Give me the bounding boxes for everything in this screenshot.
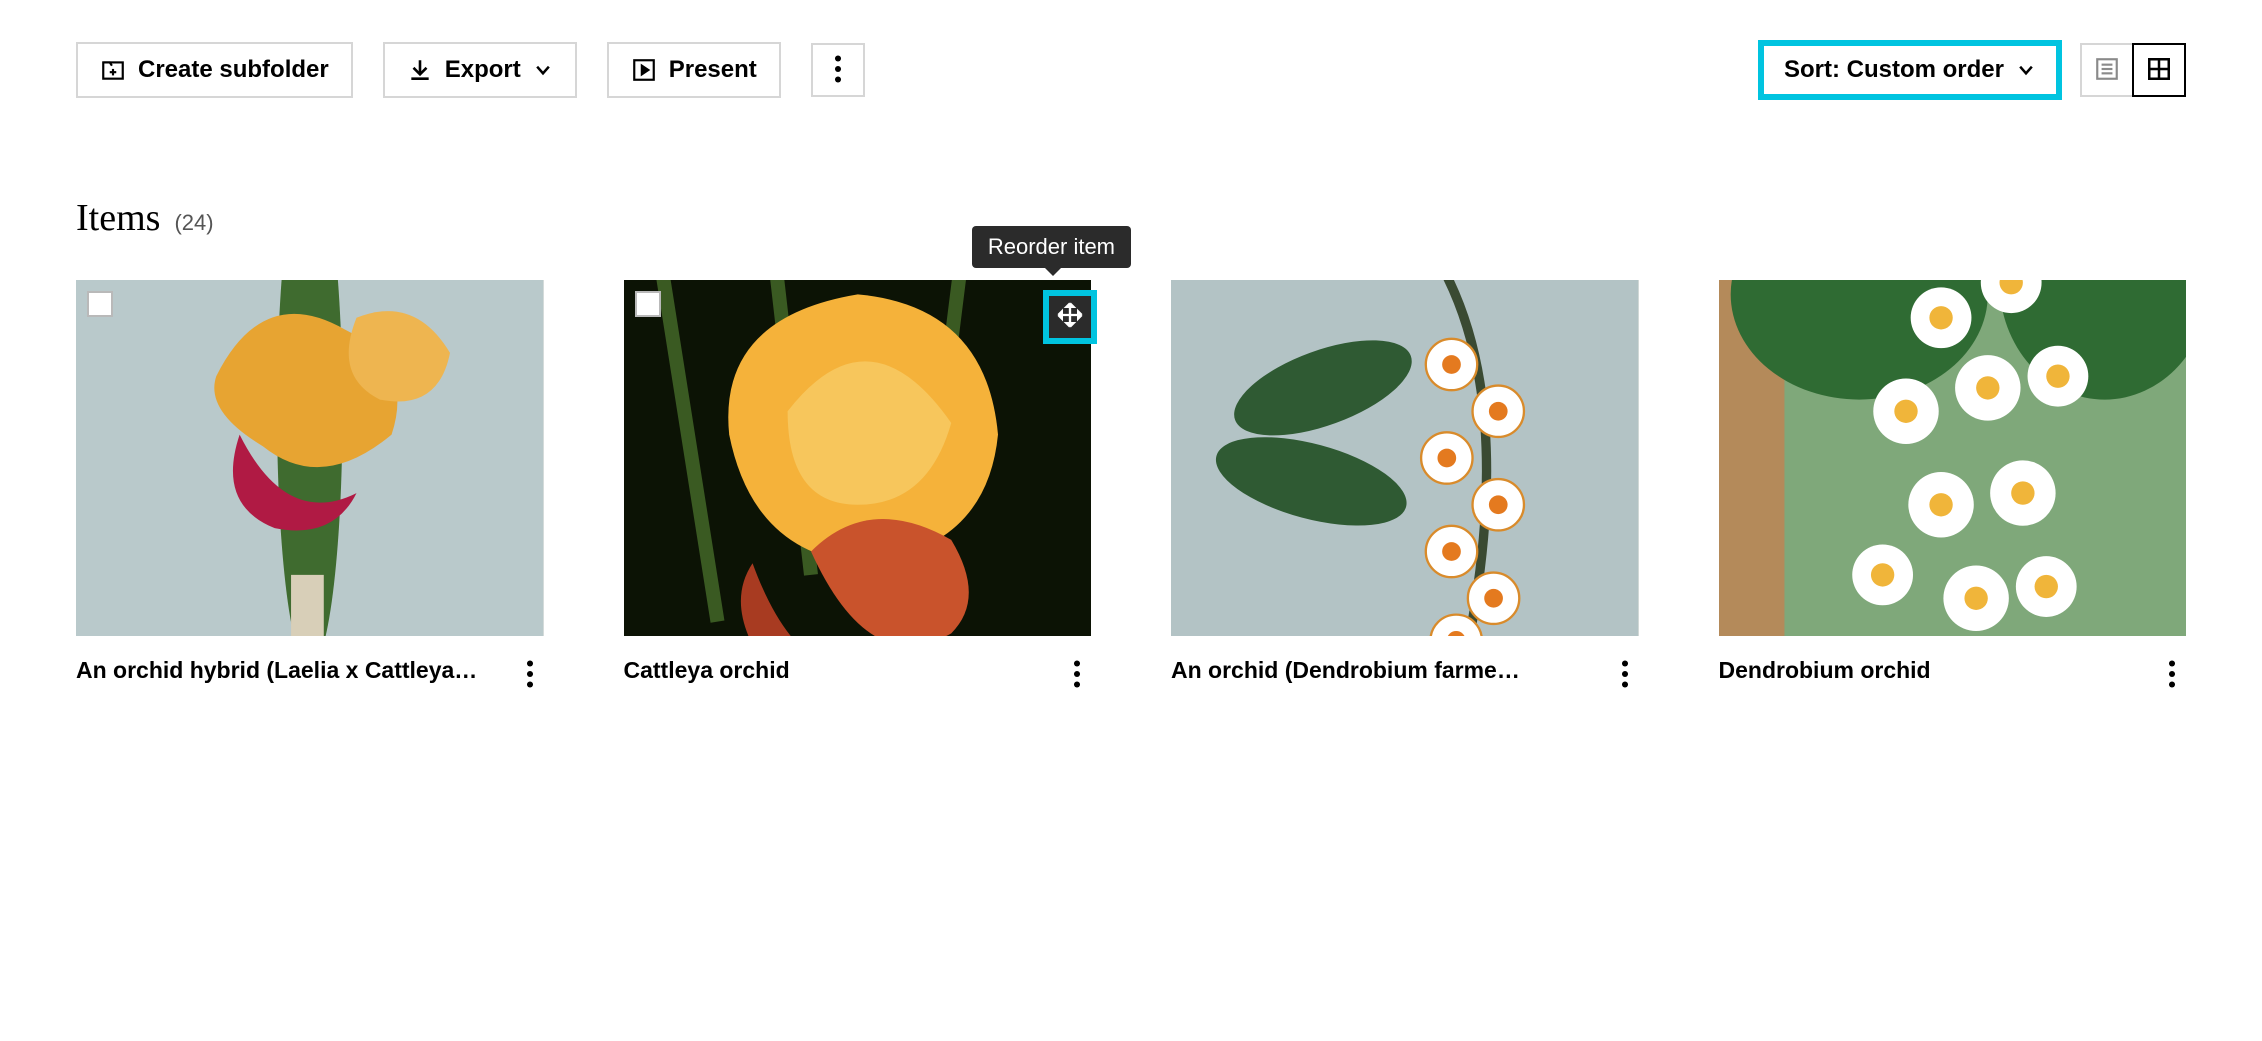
- section-title: Items: [76, 196, 160, 240]
- select-checkbox[interactable]: [635, 291, 661, 317]
- section-count: (24): [174, 210, 213, 236]
- create-subfolder-button[interactable]: Create subfolder: [76, 42, 353, 98]
- thumbnail-image: [1171, 280, 1639, 636]
- item-card[interactable]: Reorder item: [624, 280, 1092, 693]
- kebab-icon: [1073, 660, 1081, 693]
- toolbar: Create subfolder Export: [76, 40, 2186, 100]
- item-more-button[interactable]: [1611, 656, 1639, 693]
- list-icon: [2094, 56, 2120, 85]
- download-icon: [407, 57, 433, 83]
- item-thumbnail[interactable]: [1719, 280, 2187, 636]
- sort-dropdown[interactable]: Sort: Custom order: [1758, 40, 2062, 100]
- grid-icon: [2146, 56, 2172, 85]
- reorder-handle[interactable]: [1043, 290, 1097, 344]
- section-header: Items (24): [76, 196, 2186, 240]
- thumbnail-image: [624, 280, 1092, 636]
- item-thumbnail[interactable]: Reorder item: [624, 280, 1092, 636]
- grid-view-button[interactable]: [2132, 43, 2186, 97]
- item-card[interactable]: An orchid (Dendrobium farme…: [1171, 280, 1639, 693]
- item-thumbnail[interactable]: [1171, 280, 1639, 636]
- sort-label: Sort: Custom order: [1784, 56, 2004, 84]
- view-toggle: [2082, 43, 2186, 97]
- item-title: An orchid hybrid (Laelia x Cattleya…: [76, 656, 502, 686]
- item-title: Dendrobium orchid: [1719, 656, 2145, 686]
- item-card[interactable]: An orchid hybrid (Laelia x Cattleya…: [76, 280, 544, 693]
- kebab-icon: [526, 660, 534, 693]
- item-thumbnail[interactable]: [76, 280, 544, 636]
- items-grid: An orchid hybrid (Laelia x Cattleya… Reo…: [76, 280, 2186, 693]
- reorder-tooltip: Reorder item: [972, 226, 1131, 268]
- present-button[interactable]: Present: [607, 42, 781, 98]
- export-button[interactable]: Export: [383, 42, 577, 98]
- kebab-icon: [1621, 660, 1629, 693]
- folder-plus-icon: [100, 57, 126, 83]
- kebab-icon: [2168, 660, 2176, 693]
- kebab-icon: [834, 55, 842, 86]
- list-view-button[interactable]: [2080, 43, 2134, 97]
- item-more-button[interactable]: [2158, 656, 2186, 693]
- present-label: Present: [669, 56, 757, 84]
- chevron-down-icon: [533, 60, 553, 80]
- item-more-button[interactable]: [1063, 656, 1091, 693]
- more-actions-button[interactable]: [811, 43, 865, 97]
- thumbnail-image: [76, 280, 544, 636]
- chevron-down-icon: [2016, 60, 2036, 80]
- play-square-icon: [631, 57, 657, 83]
- item-title: Cattleya orchid: [624, 656, 1050, 686]
- select-checkbox[interactable]: [87, 291, 113, 317]
- move-icon: [1056, 301, 1084, 334]
- item-title: An orchid (Dendrobium farme…: [1171, 656, 1597, 686]
- item-card[interactable]: Dendrobium orchid: [1719, 280, 2187, 693]
- item-more-button[interactable]: [516, 656, 544, 693]
- create-subfolder-label: Create subfolder: [138, 56, 329, 84]
- export-label: Export: [445, 56, 521, 84]
- thumbnail-image: [1719, 280, 2187, 636]
